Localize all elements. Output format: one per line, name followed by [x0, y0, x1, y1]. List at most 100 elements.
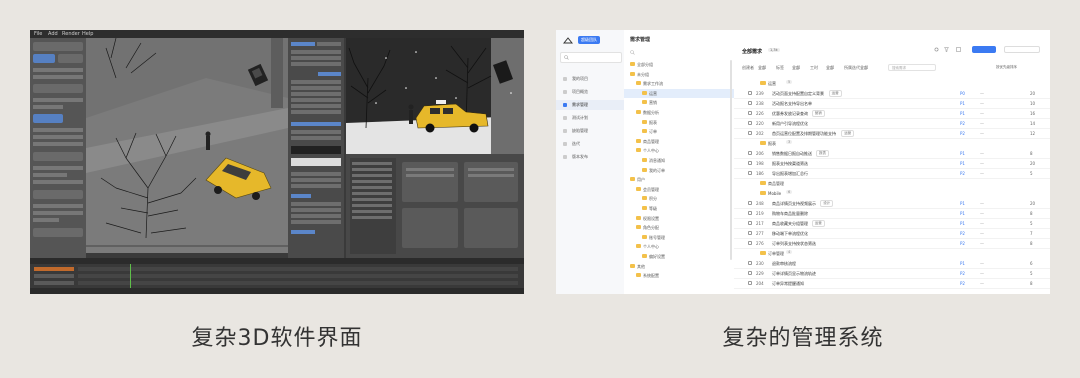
checkbox[interactable]	[748, 161, 752, 165]
status-cell[interactable]: —	[980, 171, 984, 176]
node-box[interactable]	[402, 208, 458, 248]
property-row[interactable]	[291, 220, 341, 224]
checkbox[interactable]	[748, 211, 752, 215]
tool-button-active[interactable]	[33, 54, 55, 63]
property-button[interactable]	[291, 194, 311, 198]
priority-badge[interactable]: P1	[960, 211, 965, 216]
property-tab-active[interactable]	[291, 42, 315, 46]
property-row-selected[interactable]	[291, 122, 341, 126]
requirement-title[interactable]: 订单列表支持按状态筛选	[772, 241, 816, 247]
filter-value[interactable]: 全部	[792, 65, 800, 71]
filter-value[interactable]: 全部	[826, 65, 834, 71]
priority-badge[interactable]: P2	[960, 131, 965, 136]
filter-icon[interactable]	[944, 47, 949, 52]
priority-badge[interactable]: P2	[960, 271, 965, 276]
status-cell[interactable]: —	[980, 271, 984, 276]
outliner-row[interactable]	[352, 204, 392, 207]
requirement-title[interactable]: 销售数据日报自动推送	[772, 151, 812, 157]
nav-item[interactable]: 版本发布	[556, 152, 624, 162]
node-box[interactable]	[464, 208, 518, 248]
settings-icon[interactable]	[934, 47, 939, 52]
tree-item[interactable]: 会员管理	[624, 185, 734, 194]
requirement-title[interactable]: 订单详情页显示物流轨迹	[772, 271, 816, 277]
tree-item[interactable]: 用户	[624, 175, 734, 184]
outliner-row[interactable]	[352, 216, 392, 219]
group-header[interactable]: 订单管理 4	[734, 248, 1050, 258]
tree-item[interactable]: 系统配置	[624, 271, 734, 280]
property-row[interactable]	[291, 50, 341, 54]
playhead[interactable]	[130, 264, 131, 288]
property-row[interactable]	[291, 172, 341, 176]
more-actions-button[interactable]	[1004, 46, 1040, 53]
checkbox[interactable]	[748, 231, 752, 235]
property-tab[interactable]	[317, 42, 341, 46]
checkbox[interactable]	[748, 201, 752, 205]
tree-item[interactable]: 报表	[624, 118, 734, 127]
timeline-track[interactable]	[78, 281, 518, 285]
requirement-title[interactable]: 新用户引导流程优化	[772, 121, 808, 127]
tool-button[interactable]	[58, 54, 83, 63]
requirement-title[interactable]: 退款审核流程	[772, 261, 796, 267]
priority-badge[interactable]: P2	[960, 171, 965, 176]
filter-label[interactable]: 工时	[810, 65, 818, 71]
tree-item[interactable]: 等级	[624, 204, 734, 213]
tree-item[interactable]: 数据分析	[624, 108, 734, 117]
checkbox[interactable]	[748, 131, 752, 135]
tree-item[interactable]: 个人中心	[624, 146, 734, 155]
requirement-title[interactable]: 首页运营位配置及排期管理功能支持	[772, 131, 836, 137]
nav-search-input[interactable]	[560, 52, 622, 63]
requirement-title[interactable]: 活动报名支持导出名单	[772, 101, 812, 107]
filter-value[interactable]: 全部	[758, 65, 766, 71]
property-row[interactable]	[291, 184, 341, 188]
node-field[interactable]	[468, 174, 514, 177]
tree-item[interactable]: 订单	[624, 127, 734, 136]
nav-item[interactable]: 项目概览	[556, 87, 624, 97]
requirement-title[interactable]: 商品详情页支持视频展示	[772, 201, 816, 207]
property-row[interactable]	[291, 136, 341, 140]
group-header[interactable]: 运营 5	[734, 78, 1050, 88]
outliner-row[interactable]	[352, 186, 392, 189]
tree-item[interactable]: 账号管理	[624, 233, 734, 242]
group-header[interactable]: 商品管理	[734, 178, 1050, 188]
tool-section[interactable]	[33, 84, 83, 93]
filter-label[interactable]: 创建者	[742, 65, 754, 71]
property-row[interactable]	[291, 80, 341, 84]
node-field[interactable]	[468, 168, 514, 171]
search-icon[interactable]	[630, 50, 636, 55]
nav-item[interactable]: 迭代	[556, 139, 624, 149]
table-row[interactable]: 204 订单异常提醒通知 P2 — 8	[734, 278, 1050, 289]
property-toggle[interactable]	[318, 72, 341, 76]
status-cell[interactable]: —	[980, 161, 984, 166]
status-cell[interactable]: —	[980, 221, 984, 226]
property-row[interactable]	[291, 178, 341, 182]
tool-section[interactable]	[33, 42, 83, 51]
priority-badge[interactable]: P0	[960, 91, 965, 96]
timeline-track[interactable]	[78, 274, 518, 278]
requirement-title[interactable]: 报表支持按渠道筛选	[772, 161, 808, 167]
requirement-title[interactable]: 购物车商品批量删除	[772, 211, 808, 217]
checkbox[interactable]	[748, 151, 752, 155]
priority-badge[interactable]: P2	[960, 241, 965, 246]
sort-dropdown[interactable]: 按优先级排序	[996, 65, 1017, 70]
status-cell[interactable]: —	[980, 211, 984, 216]
checkbox[interactable]	[748, 271, 752, 275]
priority-badge[interactable]: P1	[960, 151, 965, 156]
filter-value[interactable]: 全部	[860, 65, 868, 71]
tool-section[interactable]	[33, 152, 83, 161]
nav-item[interactable]: 测试计划	[556, 113, 624, 123]
priority-badge[interactable]: P1	[960, 111, 965, 116]
status-cell[interactable]: —	[980, 261, 984, 266]
requirement-title[interactable]: 商品收藏夹分组管理	[772, 221, 808, 227]
filter-label[interactable]: 所属迭代	[844, 65, 860, 71]
outliner-row[interactable]	[352, 192, 392, 195]
checkbox[interactable]	[748, 101, 752, 105]
status-cell[interactable]: —	[980, 91, 984, 96]
tool-section[interactable]	[33, 190, 83, 199]
status-cell[interactable]: —	[980, 231, 984, 236]
team-switcher[interactable]: 超级团队	[578, 36, 600, 44]
status-cell[interactable]: —	[980, 101, 984, 106]
property-row[interactable]	[291, 86, 341, 90]
property-row[interactable]	[291, 202, 341, 206]
requirement-title[interactable]: 优惠券发放记录查询	[772, 111, 808, 117]
property-row[interactable]	[291, 104, 341, 108]
